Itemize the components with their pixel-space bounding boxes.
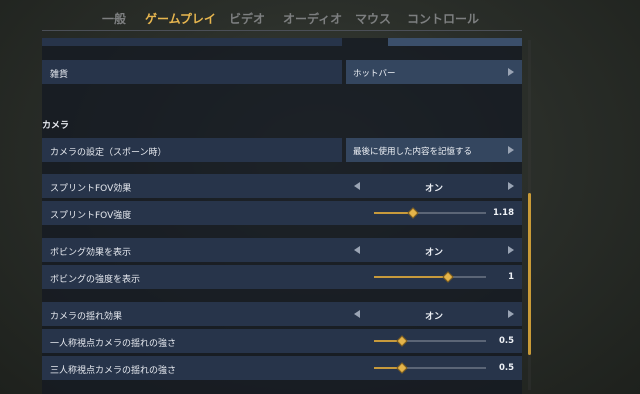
arrow-right-icon[interactable] — [508, 182, 514, 190]
dropdown-value: 最後に使用した内容を記憶する — [353, 147, 473, 157]
setting-label: 雑貨 — [50, 70, 69, 80]
setting-label: スプリントFOV強度 — [50, 211, 132, 221]
setting-label: スプリントFOV効果 — [50, 184, 132, 194]
setting-row-first-person-shake: 一人称視点カメラの揺れの強さ 0.5 — [42, 329, 522, 353]
toggle-value: オン — [424, 248, 443, 258]
toggle-value: オン — [424, 184, 443, 194]
slider-track[interactable] — [374, 362, 486, 374]
setting-label: カメラの揺れ効果 — [50, 312, 123, 322]
tab-controls[interactable]: コントロール — [407, 10, 479, 27]
setting-row-currency: 雑貨 — [42, 60, 342, 84]
slider-track[interactable] — [374, 335, 486, 347]
settings-panel: 雑貨 ホットバー カメラ カメラの設定（スポーン時） 最後に使用した内容を記憶す… — [42, 38, 522, 394]
previous-row-remnant — [42, 38, 342, 46]
slider-value: 1.18 — [493, 208, 514, 218]
arrow-right-icon[interactable] — [508, 310, 514, 318]
previous-row-button-remnant — [388, 38, 522, 46]
setting-label: カメラの設定（スポーン時） — [50, 148, 167, 158]
arrow-left-icon[interactable] — [354, 246, 360, 254]
setting-row-bobbing-strength: ボビングの強度を表示 1 — [42, 265, 522, 289]
scrollbar-thumb[interactable] — [528, 193, 531, 355]
tab-mouse[interactable]: マウス — [355, 10, 391, 27]
setting-label: 三人称視点カメラの揺れの強さ — [50, 366, 177, 376]
setting-label: 一人称視点カメラの揺れの強さ — [50, 339, 177, 349]
slider-value: 1 — [508, 272, 514, 282]
slider-fill — [374, 276, 448, 278]
tab-general[interactable]: 一般 — [102, 10, 126, 27]
arrow-right-icon[interactable] — [508, 246, 514, 254]
slider-track[interactable] — [374, 271, 486, 283]
setting-row-camera-shake: カメラの揺れ効果 オン — [42, 302, 522, 326]
setting-label: ボビング効果を表示 — [50, 248, 132, 258]
toggle-value: オン — [424, 312, 443, 322]
chevron-right-icon — [508, 68, 514, 76]
tab-video[interactable]: ビデオ — [229, 10, 265, 27]
slider-track[interactable] — [374, 207, 486, 219]
currency-dropdown-button[interactable]: ホットバー — [346, 60, 522, 84]
slider-thumb[interactable] — [407, 207, 419, 219]
tab-divider — [42, 30, 522, 31]
chevron-right-icon — [508, 146, 514, 154]
setting-row-sprint-fov-strength: スプリントFOV強度 1.18 — [42, 201, 522, 225]
slider-thumb[interactable] — [396, 362, 408, 374]
slider-value: 0.5 — [498, 336, 514, 346]
section-title-camera: カメラ — [42, 121, 70, 131]
arrow-left-icon[interactable] — [354, 182, 360, 190]
camera-spawn-dropdown-button[interactable]: 最後に使用した内容を記憶する — [346, 138, 522, 162]
setting-row-bobbing: ボビング効果を表示 オン — [42, 238, 522, 262]
setting-row-camera-spawn: カメラの設定（スポーン時） — [42, 138, 342, 162]
slider-value: 0.5 — [498, 363, 514, 373]
setting-label: ボビングの強度を表示 — [50, 275, 141, 285]
dropdown-value: ホットバー — [353, 69, 396, 79]
slider-thumb[interactable] — [396, 335, 408, 347]
setting-row-third-person-shake: 三人称視点カメラの揺れの強さ 0.5 — [42, 356, 522, 380]
arrow-left-icon[interactable] — [354, 310, 360, 318]
tab-audio[interactable]: オーディオ — [283, 10, 342, 27]
settings-tabs: 一般 ゲームプレイ ビデオ オーディオ マウス コントロール — [0, 10, 640, 30]
tab-gameplay[interactable]: ゲームプレイ — [145, 10, 216, 27]
slider-thumb[interactable] — [442, 271, 454, 283]
setting-row-sprint-fov: スプリントFOV効果 オン — [42, 174, 522, 198]
